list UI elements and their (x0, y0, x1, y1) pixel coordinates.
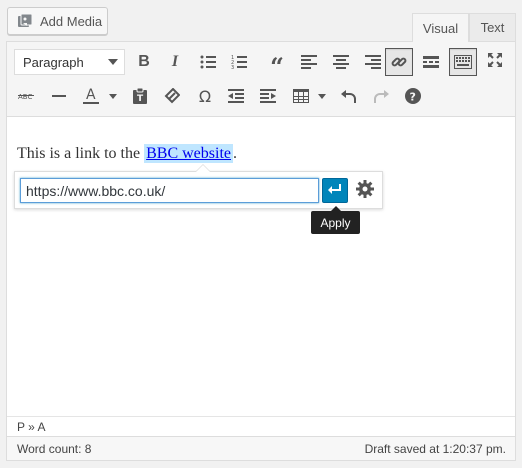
italic-icon: I (171, 53, 179, 70)
table-button[interactable] (287, 82, 315, 110)
selected-link[interactable]: BBC website (144, 144, 233, 163)
inline-link-toolbar (14, 164, 383, 209)
chevron-down-icon (108, 59, 118, 65)
special-character-icon: Ω (198, 86, 212, 106)
align-right-button[interactable] (359, 48, 387, 76)
text-color-dropdown[interactable] (107, 82, 119, 110)
table-icon (293, 89, 309, 103)
bold-icon: B (138, 53, 150, 70)
editor: Paragraph B I 123 “ ABC A T Ω ? This is … (6, 41, 516, 461)
indent-icon (260, 89, 276, 103)
help-button[interactable]: ? (399, 82, 427, 110)
bullet-list-button[interactable] (194, 48, 222, 76)
blockquote-icon: “ (270, 52, 284, 81)
enter-icon (328, 183, 342, 198)
editor-toolbar: Paragraph B I 123 “ ABC A T Ω ? (7, 42, 515, 117)
add-media-button[interactable]: Add Media (7, 7, 108, 35)
status-bar: Word count: 8 Draft saved at 1:20:37 pm. (7, 436, 515, 460)
element-path: P » A (7, 416, 515, 436)
clear-formatting-button[interactable] (158, 82, 186, 110)
bold-button[interactable]: B (130, 48, 158, 76)
numbered-list-icon: 123 (231, 55, 247, 69)
content-text-end: . (233, 145, 237, 162)
draft-saved-status: Draft saved at 1:20:37 pm. (364, 441, 506, 456)
toolbar-toggle-icon (454, 55, 472, 69)
redo-button[interactable] (367, 82, 395, 110)
tab-visual[interactable]: Visual (412, 13, 469, 42)
link-url-input[interactable] (20, 178, 319, 203)
chevron-down-icon (109, 93, 117, 99)
horizontal-rule-button[interactable] (45, 82, 73, 110)
outdent-icon (228, 89, 244, 103)
toolbar-toggle-button[interactable] (449, 48, 477, 76)
link-options-button[interactable] (353, 178, 377, 203)
table-dropdown[interactable] (316, 82, 328, 110)
help-icon: ? (405, 88, 421, 104)
link-button[interactable] (385, 48, 413, 76)
align-left-button[interactable] (295, 48, 323, 76)
clear-formatting-icon (164, 88, 180, 104)
apply-tooltip: Apply (311, 206, 360, 234)
undo-icon (341, 89, 357, 103)
special-character-button[interactable]: Ω (191, 82, 219, 110)
redo-icon (373, 89, 389, 103)
text-color-icon: A (83, 87, 99, 105)
align-center-icon (333, 55, 349, 69)
paste-text-button[interactable]: T (126, 82, 154, 110)
blockquote-button[interactable]: “ (263, 48, 291, 81)
indent-button[interactable] (254, 82, 282, 110)
strikethrough-icon: ABC (18, 91, 36, 101)
gear-icon (356, 180, 374, 201)
editor-content[interactable]: This is a link to the BBC website. (17, 144, 237, 163)
align-left-icon (301, 55, 317, 69)
numbered-list-button[interactable]: 123 (225, 48, 253, 76)
svg-text:T: T (137, 94, 144, 104)
format-select[interactable]: Paragraph (14, 49, 125, 75)
align-right-icon (365, 55, 381, 69)
fullscreen-icon (487, 52, 503, 68)
read-more-icon (423, 55, 439, 69)
tab-text[interactable]: Text (469, 13, 516, 41)
link-icon (391, 54, 407, 70)
read-more-button[interactable] (417, 48, 445, 76)
undo-button[interactable] (335, 82, 363, 110)
apply-link-button[interactable] (322, 178, 348, 203)
strikethrough-button[interactable]: ABC (13, 82, 41, 110)
svg-text:A: A (86, 87, 96, 103)
paste-text-icon: T (132, 88, 148, 104)
italic-button[interactable]: I (161, 48, 189, 76)
format-select-value: Paragraph (23, 54, 84, 70)
media-icon (15, 11, 35, 31)
horizontal-rule-icon (52, 94, 66, 98)
svg-text:3: 3 (231, 65, 234, 69)
chevron-down-icon (318, 93, 326, 99)
text-color-button[interactable]: A (77, 82, 105, 110)
fullscreen-button[interactable] (481, 46, 509, 74)
svg-text:?: ? (410, 91, 416, 104)
align-center-button[interactable] (327, 48, 355, 76)
outdent-button[interactable] (222, 82, 250, 110)
bullet-list-icon (200, 55, 216, 69)
svg-text:ABC: ABC (18, 93, 32, 101)
add-media-label: Add Media (40, 13, 103, 29)
content-text: This is a link to the (17, 145, 145, 162)
word-count: Word count: 8 (17, 441, 92, 456)
